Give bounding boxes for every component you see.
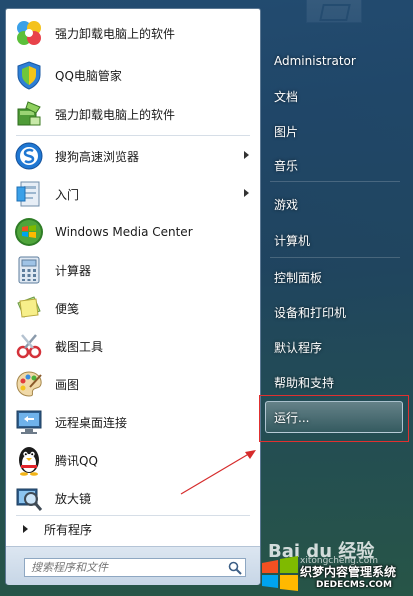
windows-logo-icon (13, 216, 45, 248)
windows-flag-watermark-icon (262, 556, 298, 591)
program-label: 搜狗高速浏览器 (55, 149, 140, 164)
scissors-icon (13, 330, 45, 362)
program-item-tencent-qq[interactable]: 腾讯QQ (9, 442, 257, 478)
program-label: 强力卸载电脑上的软件 (55, 107, 176, 122)
desktop: 强力卸载电脑上的软件 QQ电脑管家 强力卸载电脑上的软件 搜狗高速浏览器 入门 … (0, 0, 413, 596)
program-label: 入门 (55, 187, 80, 202)
colorful-petals-icon (13, 17, 45, 49)
program-item-calculator[interactable]: 计算器 (9, 252, 257, 288)
program-label: 便笺 (55, 301, 80, 316)
separator (270, 257, 400, 258)
sogou-browser-icon (13, 140, 45, 172)
magnifier-icon (13, 482, 45, 514)
separator (16, 135, 250, 136)
program-label: 强力卸载电脑上的软件 (55, 26, 176, 41)
getting-started-icon (13, 178, 45, 210)
highlight-box (259, 395, 409, 442)
site-url-watermark: DEDECMS.COM (316, 580, 392, 590)
default-programs-link[interactable]: 默认程序 (264, 332, 404, 362)
shield-icon (13, 59, 45, 91)
start-menu: 强力卸载电脑上的软件 QQ电脑管家 强力卸载电脑上的软件 搜狗高速浏览器 入门 … (0, 0, 413, 596)
documents-link[interactable]: 文档 (264, 81, 404, 111)
control-panel-link[interactable]: 控制面板 (264, 262, 404, 292)
calculator-icon (13, 254, 45, 286)
program-label: 远程桌面连接 (55, 415, 128, 430)
program-item-uninstall-1[interactable]: 强力卸载电脑上的软件 (9, 15, 257, 51)
separator (270, 181, 400, 182)
program-item-media-center[interactable]: Windows Media Center (9, 214, 257, 250)
program-item-sticky-notes[interactable]: 便笺 (9, 290, 257, 326)
search-area (6, 546, 260, 585)
program-label: 截图工具 (55, 339, 104, 354)
program-item-remote-desktop[interactable]: 远程桌面连接 (9, 404, 257, 440)
search-input[interactable] (24, 558, 246, 577)
remote-desktop-icon (13, 406, 45, 438)
help-support-link[interactable]: 帮助和支持 (264, 367, 404, 397)
program-item-uninstall-2[interactable]: 强力卸载电脑上的软件 (9, 96, 257, 132)
site-name-watermark: 织梦内容管理系统 (300, 565, 397, 579)
program-item-snipping-tool[interactable]: 截图工具 (9, 328, 257, 364)
uninstall-icon (13, 98, 45, 130)
program-label: QQ电脑管家 (55, 68, 122, 83)
expand-arrow-icon (23, 525, 28, 533)
qq-penguin-icon (13, 444, 45, 476)
program-item-paint[interactable]: 画图 (9, 366, 257, 402)
computer-link[interactable]: 计算机 (264, 225, 404, 255)
games-link[interactable]: 游戏 (264, 189, 404, 219)
program-list-panel: 强力卸载电脑上的软件 QQ电脑管家 强力卸载电脑上的软件 搜狗高速浏览器 入门 … (5, 8, 261, 585)
all-programs-button[interactable]: 所有程序 (9, 516, 257, 542)
all-programs-label: 所有程序 (44, 522, 93, 537)
program-item-getting-started[interactable]: 入门 (9, 176, 257, 212)
program-label: Windows Media Center (55, 225, 193, 239)
program-item-sogou[interactable]: 搜狗高速浏览器 (9, 138, 257, 174)
submenu-arrow-icon (244, 151, 249, 159)
program-label: 腾讯QQ (55, 453, 98, 468)
program-item-magnifier[interactable]: 放大镜 (9, 480, 257, 516)
program-item-qq-manager[interactable]: QQ电脑管家 (9, 57, 257, 93)
music-link[interactable]: 音乐 (264, 150, 404, 180)
submenu-arrow-icon (244, 189, 249, 197)
devices-printers-link[interactable]: 设备和打印机 (264, 297, 404, 327)
pictures-link[interactable]: 图片 (264, 116, 404, 146)
program-label: 放大镜 (55, 491, 92, 506)
paint-palette-icon (13, 368, 45, 400)
program-label: 计算器 (55, 263, 92, 278)
sticky-note-icon (13, 292, 45, 324)
program-label: 画图 (55, 377, 80, 392)
search-icon[interactable] (228, 561, 242, 575)
user-name-link[interactable]: Administrator (264, 46, 404, 76)
